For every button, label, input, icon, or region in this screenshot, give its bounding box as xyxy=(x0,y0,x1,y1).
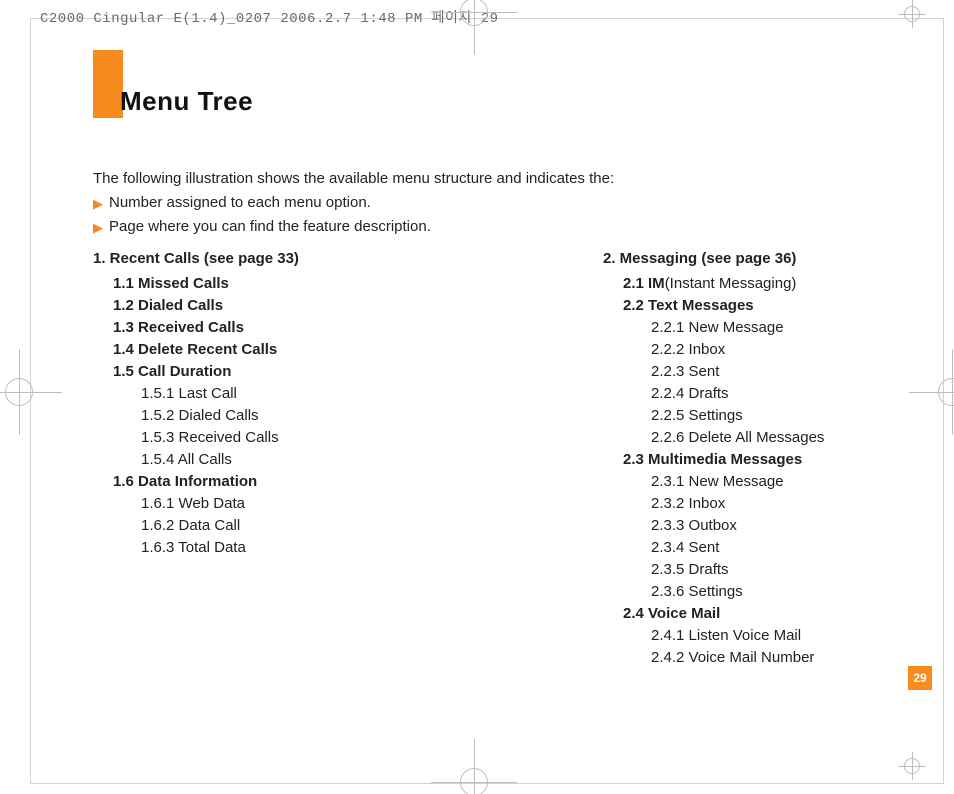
triangle-right-icon: ▶ xyxy=(93,197,103,210)
menu-item-level3: 2.2.1 New Message xyxy=(651,317,954,339)
menu-section-heading: 1. Recent Calls (see page 33) xyxy=(93,250,453,267)
menu-item-level3: 1.5.3 Received Calls xyxy=(141,427,453,449)
menu-item-level3: 2.2.2 Inbox xyxy=(651,339,954,361)
menu-item-level2: 1.3 Received Calls xyxy=(113,317,453,339)
menu-item-level3: 2.3.3 Outbox xyxy=(651,515,954,537)
registration-mark-icon xyxy=(904,6,920,22)
menu-item-level3: 2.4.1 Listen Voice Mail xyxy=(651,625,954,647)
intro-bullet-text: Number assigned to each menu option. xyxy=(109,192,371,214)
registration-mark-icon xyxy=(5,378,33,406)
menu-column-left: 1. Recent Calls (see page 33) 1.1 Missed… xyxy=(93,250,453,669)
menu-item-level3: 1.5.1 Last Call xyxy=(141,383,453,405)
registration-mark-icon xyxy=(904,758,920,774)
menu-item-level2: 1.4 Delete Recent Calls xyxy=(113,339,453,361)
intro-bullet: ▶ Page where you can find the feature de… xyxy=(93,216,853,238)
menu-item-level3: 1.6.2 Data Call xyxy=(141,515,453,537)
menu-item-level3: 2.3.2 Inbox xyxy=(651,493,954,515)
registration-mark-icon xyxy=(460,768,488,794)
menu-item-level2: 2.1 IM(Instant Messaging) xyxy=(623,273,954,295)
intro-bullet-text: Page where you can find the feature desc… xyxy=(109,216,431,238)
menu-item-level3: 1.6.1 Web Data xyxy=(141,493,453,515)
page-number: 29 xyxy=(913,671,926,685)
menu-item-paren: (Instant Messaging) xyxy=(665,275,797,292)
page-number-badge: 29 xyxy=(908,666,932,690)
menu-item-level3: 2.2.4 Drafts xyxy=(651,383,954,405)
menu-item-level2: 1.1 Missed Calls xyxy=(113,273,453,295)
menu-item-level2: 1.5 Call Duration xyxy=(113,361,453,383)
menu-item-level3: 2.2.3 Sent xyxy=(651,361,954,383)
menu-section-heading: 2. Messaging (see page 36) xyxy=(603,250,954,267)
menu-item-level3: 2.3.6 Settings xyxy=(651,581,954,603)
menu-item-level2: 2.4 Voice Mail xyxy=(623,603,954,625)
menu-item-level3: 2.2.6 Delete All Messages xyxy=(651,427,954,449)
menu-item-level3: 2.3.1 New Message xyxy=(651,471,954,493)
menu-item-level2: 2.2 Text Messages xyxy=(623,295,954,317)
menu-item-level3: 2.3.4 Sent xyxy=(651,537,954,559)
menu-item-level3: 1.6.3 Total Data xyxy=(141,537,453,559)
intro-bullet: ▶ Number assigned to each menu option. xyxy=(93,192,853,214)
menu-column-right: 2. Messaging (see page 36) 2.1 IM(Instan… xyxy=(603,250,954,669)
menu-item-level3: 2.3.5 Drafts xyxy=(651,559,954,581)
imposition-header: C2000 Cingular E(1.4)_0207 2006.2.7 1:48… xyxy=(40,7,499,27)
menu-item-level3: 1.5.4 All Calls xyxy=(141,449,453,471)
intro-block: The following illustration shows the ava… xyxy=(93,168,853,238)
intro-text: The following illustration shows the ava… xyxy=(93,168,853,190)
menu-columns: 1. Recent Calls (see page 33) 1.1 Missed… xyxy=(93,250,954,669)
title-accent-block xyxy=(93,50,123,118)
menu-item-level2: 2.3 Multimedia Messages xyxy=(623,449,954,471)
menu-item-level3: 1.5.2 Dialed Calls xyxy=(141,405,453,427)
menu-item-level3: 2.2.5 Settings xyxy=(651,405,954,427)
page-title: Menu Tree xyxy=(120,86,253,117)
menu-item-level2: 1.2 Dialed Calls xyxy=(113,295,453,317)
menu-item-level2: 1.6 Data Information xyxy=(113,471,453,493)
triangle-right-icon: ▶ xyxy=(93,221,103,234)
